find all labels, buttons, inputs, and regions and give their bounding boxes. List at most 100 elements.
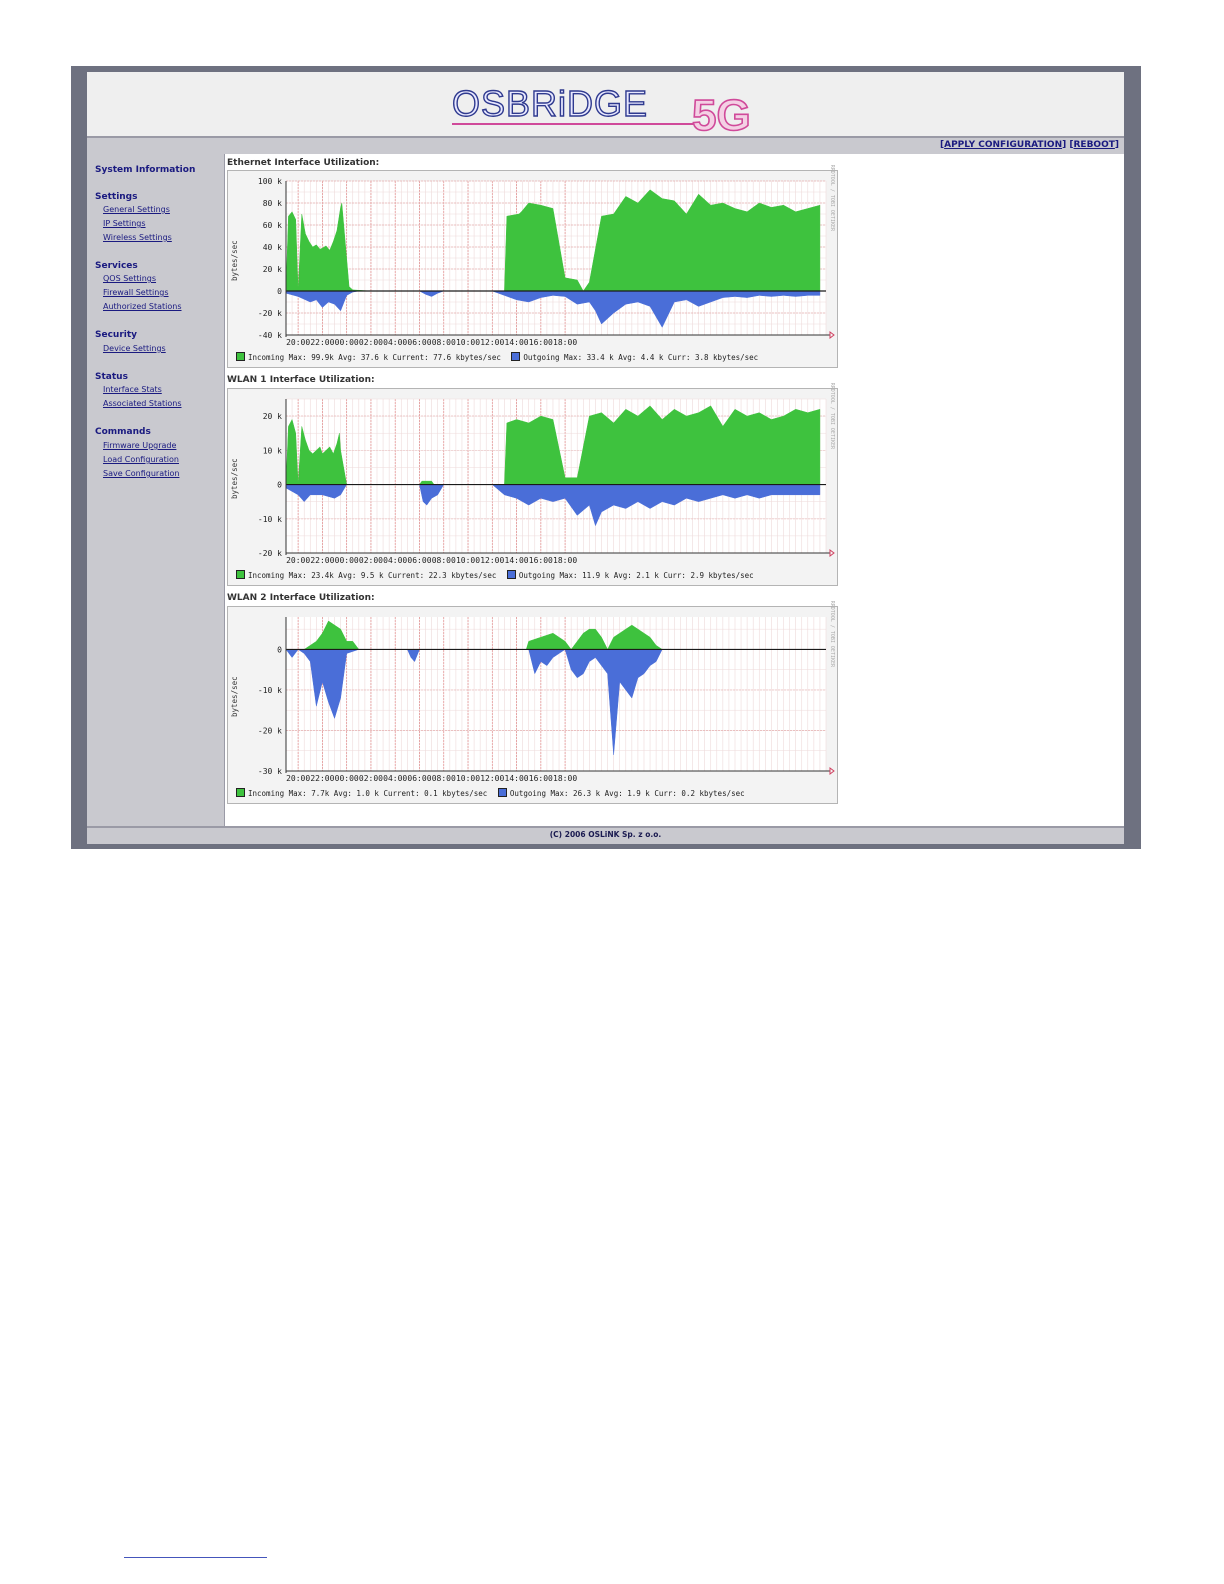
- wlan2-chart-title: WLAN 2 Interface Utilization:: [227, 593, 375, 603]
- top-bar: [APPLY CONFIGURATION] [REBOOT]: [87, 138, 1124, 154]
- y-tick-label: 0: [277, 481, 282, 490]
- x-tick-label: 08:00: [432, 338, 456, 347]
- x-tick-label: 16:00: [529, 556, 553, 565]
- y-tick-label: 0: [277, 287, 282, 296]
- x-tick-label: 14:00: [505, 338, 529, 347]
- rrdtool-credit: RRDTOOL / TOBI OETIKER: [829, 600, 835, 667]
- y-tick-label: -40 k: [258, 331, 282, 340]
- x-tick-label: 10:00: [456, 556, 480, 565]
- x-tick-label: 06:00: [407, 556, 431, 565]
- x-tick-label: 16:00: [529, 774, 553, 783]
- y-tick-label: 80 k: [263, 199, 282, 208]
- wlan2-chart: 20:00 22:00 00:00 02:00 04:00 06:00 08:00 10:00…: [227, 601, 838, 804]
- copyright-text: (C) 2006 OSLiNK Sp. z o.o.: [549, 830, 662, 839]
- y-tick-label: -30 k: [258, 767, 282, 776]
- x-axis-arrow: [829, 549, 835, 557]
- incoming-legend-swatch: [236, 352, 245, 361]
- x-axis-arrow: [829, 331, 835, 339]
- sidebar-item-load-configuration[interactable]: Load Configuration: [103, 455, 179, 464]
- incoming-legend-swatch: [236, 788, 245, 797]
- x-tick-label: 20:00: [286, 556, 310, 565]
- y-tick-label: 40 k: [263, 243, 282, 252]
- x-tick-label: 14:00: [505, 774, 529, 783]
- y-tick-label: -10 k: [258, 515, 282, 524]
- sidebar-item-qos-settings[interactable]: QOS Settings: [103, 274, 156, 283]
- x-tick-label: 18:00: [553, 774, 577, 783]
- y-tick-label: 10 k: [263, 446, 282, 455]
- x-tick-label: 22:00: [310, 338, 334, 347]
- x-tick-label: 16:00: [529, 338, 553, 347]
- outgoing-legend-swatch: [511, 352, 521, 361]
- wlan1-incoming-legend: Incoming Max: 23.4k Avg: 9.5 k Current: …: [248, 571, 497, 580]
- x-tick-label: 04:00: [383, 774, 407, 783]
- wlan1-legend: Incoming Max: 23.4k Avg: 9.5 k Current: …: [236, 570, 754, 580]
- svg-text:5G: 5G: [692, 91, 751, 136]
- sidebar-item-general-settings[interactable]: General Settings: [103, 205, 170, 214]
- ethernet-chart: 20:00 22:00 00:00 02:00 04:00 06:00 08:00 10:00…: [227, 165, 838, 368]
- x-tick-label: 06:00: [407, 774, 431, 783]
- sidebar-section-commands: Commands: [95, 427, 151, 437]
- x-tick-label: 12:00: [480, 338, 504, 347]
- incoming-legend-swatch: [236, 570, 245, 579]
- ethernet-incoming-legend: Incoming Max: 99.9k Avg: 37.6 k Current:…: [248, 353, 501, 362]
- ethernet-chart-title: Ethernet Interface Utilization:: [227, 158, 380, 168]
- sidebar-item-interface-stats[interactable]: Interface Stats: [103, 385, 162, 394]
- wlan1-outgoing-legend: Outgoing Max: 11.9 k Avg: 2.1 k Curr: 2.…: [518, 571, 754, 580]
- sidebar-item-associated-stations[interactable]: Associated Stations: [103, 399, 182, 408]
- page-content: OSBRiDGE 5G [APPLY CONFIGURATION] [REBOO…: [87, 72, 1124, 844]
- x-tick-label: 12:00: [480, 556, 504, 565]
- x-tick-label: 20:00: [286, 338, 310, 347]
- sidebar: System Information Settings General Sett…: [87, 154, 225, 826]
- wlan2-outgoing-legend: Outgoing Max: 26.3 k Avg: 1.9 k Curr: 0.…: [509, 789, 745, 798]
- footer: (C) 2006 OSLiNK Sp. z o.o.: [87, 826, 1124, 844]
- reboot-link[interactable]: REBOOT: [1073, 140, 1114, 150]
- y-tick-label: -20 k: [258, 726, 282, 735]
- wlan2-chart-svg: 20:00 22:00 00:00 02:00 04:00 06:00 08:00 10:00…: [258, 617, 835, 783]
- y-tick-label: 60 k: [263, 221, 282, 230]
- x-tick-label: 10:00: [456, 338, 480, 347]
- wlan2-legend: Incoming Max: 7.7k Avg: 1.0 k Current: 0…: [236, 788, 745, 798]
- x-tick-label: 00:00: [335, 338, 359, 347]
- sidebar-item-firewall-settings[interactable]: Firewall Settings: [103, 288, 169, 297]
- y-tick-label: 20 k: [263, 265, 282, 274]
- wlan1-chart: 20:00 22:00 00:00 02:00 04:00 06:00 08:00 10:00…: [227, 383, 838, 586]
- x-tick-label: 08:00: [432, 556, 456, 565]
- rrdtool-credit: RRDTOOL / TOBI OETIKER: [829, 382, 835, 449]
- x-tick-label: 06:00: [407, 338, 431, 347]
- sidebar-item-firmware-upgrade[interactable]: Firmware Upgrade: [103, 441, 176, 450]
- x-tick-label: 12:00: [480, 774, 504, 783]
- outgoing-legend-swatch: [497, 788, 507, 797]
- top-links: [APPLY CONFIGURATION] [REBOOT]: [939, 140, 1119, 150]
- wlan2-incoming-legend: Incoming Max: 7.7k Avg: 1.0 k Current: 0…: [248, 789, 488, 798]
- sidebar-item-authorized-stations[interactable]: Authorized Stations: [103, 302, 182, 311]
- sidebar-item-ip-settings[interactable]: IP Settings: [103, 219, 146, 228]
- x-tick-label: 04:00: [383, 338, 407, 347]
- svg-text:OSBRiDGE: OSBRiDGE: [452, 83, 648, 124]
- sidebar-section-security: Security: [95, 330, 138, 340]
- sidebar-item-save-configuration[interactable]: Save Configuration: [103, 469, 179, 478]
- wlan1-chart-title: WLAN 1 Interface Utilization:: [227, 375, 375, 385]
- sidebar-section-services: Services: [95, 261, 138, 271]
- x-tick-label: 22:00: [310, 556, 334, 565]
- x-tick-label: 00:00: [335, 774, 359, 783]
- y-tick-label: 20 k: [263, 412, 282, 421]
- sidebar-item-device-settings[interactable]: Device Settings: [103, 344, 166, 353]
- y-tick-label: -20 k: [258, 309, 282, 318]
- sidebar-section-status: Status: [95, 372, 128, 382]
- x-tick-label: 18:00: [553, 556, 577, 565]
- ethernet-legend: Incoming Max: 99.9k Avg: 37.6 k Current:…: [236, 352, 758, 362]
- wlan1-y-axis-label: bytes/sec: [230, 458, 239, 499]
- sidebar-item-wireless-settings[interactable]: Wireless Settings: [103, 233, 172, 242]
- osbridge-logo: OSBRiDGE 5G: [451, 82, 751, 136]
- x-tick-label: 22:00: [310, 774, 334, 783]
- x-tick-label: 00:00: [335, 556, 359, 565]
- y-tick-label: -10 k: [258, 686, 282, 695]
- header: OSBRiDGE 5G: [87, 72, 1124, 138]
- browser-frame: OSBRiDGE 5G [APPLY CONFIGURATION] [REBOO…: [71, 66, 1141, 849]
- outgoing-legend-swatch: [506, 570, 516, 579]
- x-tick-label: 10:00: [456, 774, 480, 783]
- sidebar-system-information[interactable]: System Information: [95, 165, 195, 175]
- apply-configuration-link[interactable]: APPLY CONFIGURATION: [944, 140, 1062, 150]
- y-tick-label: 100 k: [258, 177, 282, 186]
- ethernet-y-axis-label: bytes/sec: [230, 240, 239, 281]
